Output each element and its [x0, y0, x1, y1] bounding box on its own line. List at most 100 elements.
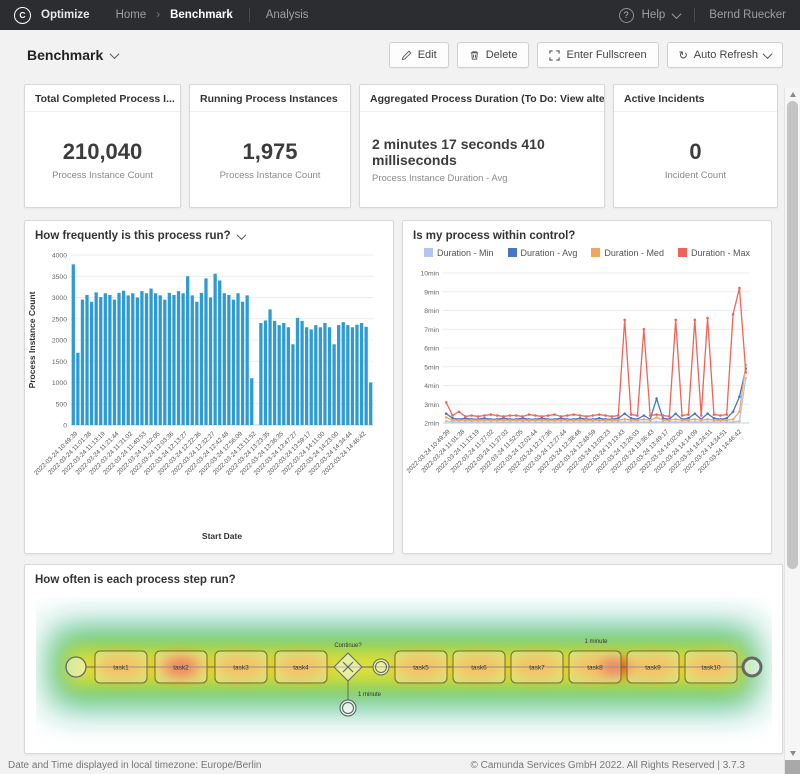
svg-text:task4: task4 — [293, 665, 309, 672]
chart-legend[interactable]: Duration - Min Duration - Avg Duration - M… — [403, 245, 771, 261]
svg-text:2000: 2000 — [52, 338, 67, 345]
breadcrumb-home[interactable]: Home — [116, 9, 147, 21]
fullscreen-button-label: Enter Fullscreen — [566, 49, 647, 61]
duration-line-chart[interactable]: 2min3min4min5min6min7min8min9min10min202… — [403, 261, 759, 543]
legend-swatch — [424, 248, 434, 257]
legend-item[interactable]: Duration - Avg — [507, 248, 577, 258]
delete-button[interactable]: Delete — [456, 42, 530, 68]
svg-text:task2: task2 — [173, 665, 189, 672]
legend-item[interactable]: Duration - Max — [677, 248, 750, 258]
svg-text:5min: 5min — [424, 364, 439, 371]
user-menu[interactable]: Bernd Ruecker — [709, 9, 786, 21]
svg-text:1 minute: 1 minute — [584, 639, 608, 645]
dashboard-title-dropdown[interactable]: Benchmark — [27, 47, 120, 63]
auto-refresh-button[interactable]: ↻ Auto Refresh — [666, 42, 783, 68]
report-body: 2 minutes 17 seconds 410 milliseconds Pr… — [360, 112, 604, 207]
chevron-down-icon — [762, 48, 773, 59]
chevron-down-icon — [671, 8, 682, 19]
timezone-note: Date and Time displayed in local timezon… — [8, 760, 262, 771]
svg-text:1 minute: 1 minute — [358, 692, 382, 698]
legend-swatch — [677, 248, 687, 257]
svg-text:task8: task8 — [587, 665, 603, 672]
legend-item[interactable]: Duration - Min — [424, 248, 494, 258]
scroll-up-arrow[interactable] — [785, 88, 800, 100]
svg-text:6min: 6min — [424, 346, 439, 353]
report-title[interactable]: How often is each process step run? — [25, 565, 782, 589]
svg-text:3000: 3000 — [52, 295, 67, 302]
nav-analysis[interactable]: Analysis — [266, 9, 309, 21]
trash-icon — [470, 50, 478, 60]
report-title-text: Is my process within control? — [413, 230, 576, 242]
scroll-down-arrow[interactable] — [785, 747, 800, 759]
report-title[interactable]: Aggregated Process Duration (To Do: View… — [360, 85, 604, 112]
report-title[interactable]: Running Process Instances — [190, 85, 350, 112]
nav-divider — [248, 8, 250, 22]
vertical-scrollbar[interactable] — [784, 88, 800, 774]
report-title[interactable]: Is my process within control? — [403, 221, 771, 245]
report-title[interactable]: Active Incidents — [614, 85, 777, 112]
edit-button[interactable]: Edit — [388, 42, 449, 68]
report-body: 0 Incident Count — [614, 112, 777, 207]
dashboard-header: Benchmark Edit Delete Enter Fullscreen ↻… — [0, 30, 800, 74]
svg-text:task5: task5 — [413, 665, 429, 672]
pencil-icon — [401, 50, 412, 60]
svg-text:8min: 8min — [424, 308, 439, 315]
auto-refresh-label: Auto Refresh — [693, 49, 758, 61]
kpi-card-active-incidents[interactable]: Active Incidents 0 Incident Count — [613, 84, 778, 208]
svg-text:Process Instance Count: Process Instance Count — [27, 291, 37, 388]
svg-text:10min: 10min — [420, 271, 439, 278]
page-title: Benchmark — [27, 47, 104, 63]
kpi-value: 210,040 — [62, 138, 143, 164]
svg-text:0: 0 — [63, 423, 67, 430]
kpi-value: 1,975 — [242, 138, 298, 164]
kpi-label: Incident Count — [664, 169, 727, 181]
app-name: Optimize — [41, 9, 90, 21]
kpi-card-aggregated-duration[interactable]: Aggregated Process Duration (To Do: View… — [359, 84, 605, 208]
svg-text:4000: 4000 — [52, 253, 67, 260]
kpi-card-running-instances[interactable]: Running Process Instances 1,975 Process … — [189, 84, 351, 208]
top-navigation-bar: C Optimize Home › Benchmark Analysis ? H… — [0, 0, 800, 30]
enter-fullscreen-button[interactable]: Enter Fullscreen — [537, 42, 659, 68]
bpmn-heatmap-diagram[interactable]: task1 task2 task3 task4 task5 task6 task7 task8… — [36, 597, 772, 745]
svg-text:Continue?: Continue? — [334, 643, 362, 649]
scrollbar-thumb[interactable] — [787, 101, 798, 569]
charts-row: How frequently is this process run? 0 500… — [24, 220, 783, 554]
kpi-label: Process Instance Count — [52, 169, 153, 181]
kpi-card-completed-instances[interactable]: Total Completed Process I... 210,040 Pro… — [24, 84, 181, 208]
report-body: 1,975 Process Instance Count — [190, 112, 350, 207]
svg-text:3500: 3500 — [52, 274, 67, 281]
frequency-bar-chart[interactable]: 050010001500200025003000350040002022-03-… — [25, 245, 381, 545]
legend-item[interactable]: Duration - Med — [591, 248, 664, 258]
report-body: 210,040 Process Instance Count — [25, 112, 180, 207]
report-title[interactable]: Total Completed Process I... — [25, 85, 180, 112]
kpi-label: Process Instance Count — [219, 169, 321, 181]
chevron-down-icon — [109, 48, 120, 59]
breadcrumb-current: Benchmark — [170, 9, 233, 21]
svg-text:task9: task9 — [645, 665, 661, 672]
legend-swatch — [591, 248, 601, 257]
svg-text:1500: 1500 — [52, 359, 67, 366]
kpi-value: 0 — [689, 138, 702, 164]
report-title-text: How often is each process step run? — [35, 574, 236, 586]
kpi-row: Total Completed Process I... 210,040 Pro… — [24, 84, 783, 208]
report-title: How frequently is this process run? — [35, 230, 231, 242]
control-report-card: Is my process within control? Duration -… — [402, 220, 772, 554]
refresh-icon: ↻ — [678, 49, 688, 62]
help-menu[interactable]: Help — [642, 9, 666, 21]
svg-text:task1: task1 — [113, 665, 129, 672]
help-icon: ? — [618, 7, 634, 23]
svg-text:task10: task10 — [701, 665, 721, 672]
report-title-dropdown[interactable]: How frequently is this process run? — [25, 221, 393, 245]
nav-divider — [694, 8, 696, 22]
kpi-label: Process Instance Duration - Avg — [372, 172, 508, 184]
scrollbar-corner — [785, 760, 800, 774]
svg-text:task7: task7 — [529, 665, 545, 672]
copyright-note: © Camunda Services GmbH 2022. All Rights… — [470, 760, 745, 771]
heatmap-report-card: How often is each process step run? task… — [24, 564, 783, 754]
svg-text:9min: 9min — [424, 289, 439, 296]
footer: Date and Time displayed in local timezon… — [8, 760, 745, 771]
optimize-logo-icon: C — [14, 6, 31, 24]
edit-button-label: Edit — [417, 49, 437, 61]
svg-text:task6: task6 — [471, 665, 487, 672]
svg-text:Start Date: Start Date — [202, 531, 242, 541]
